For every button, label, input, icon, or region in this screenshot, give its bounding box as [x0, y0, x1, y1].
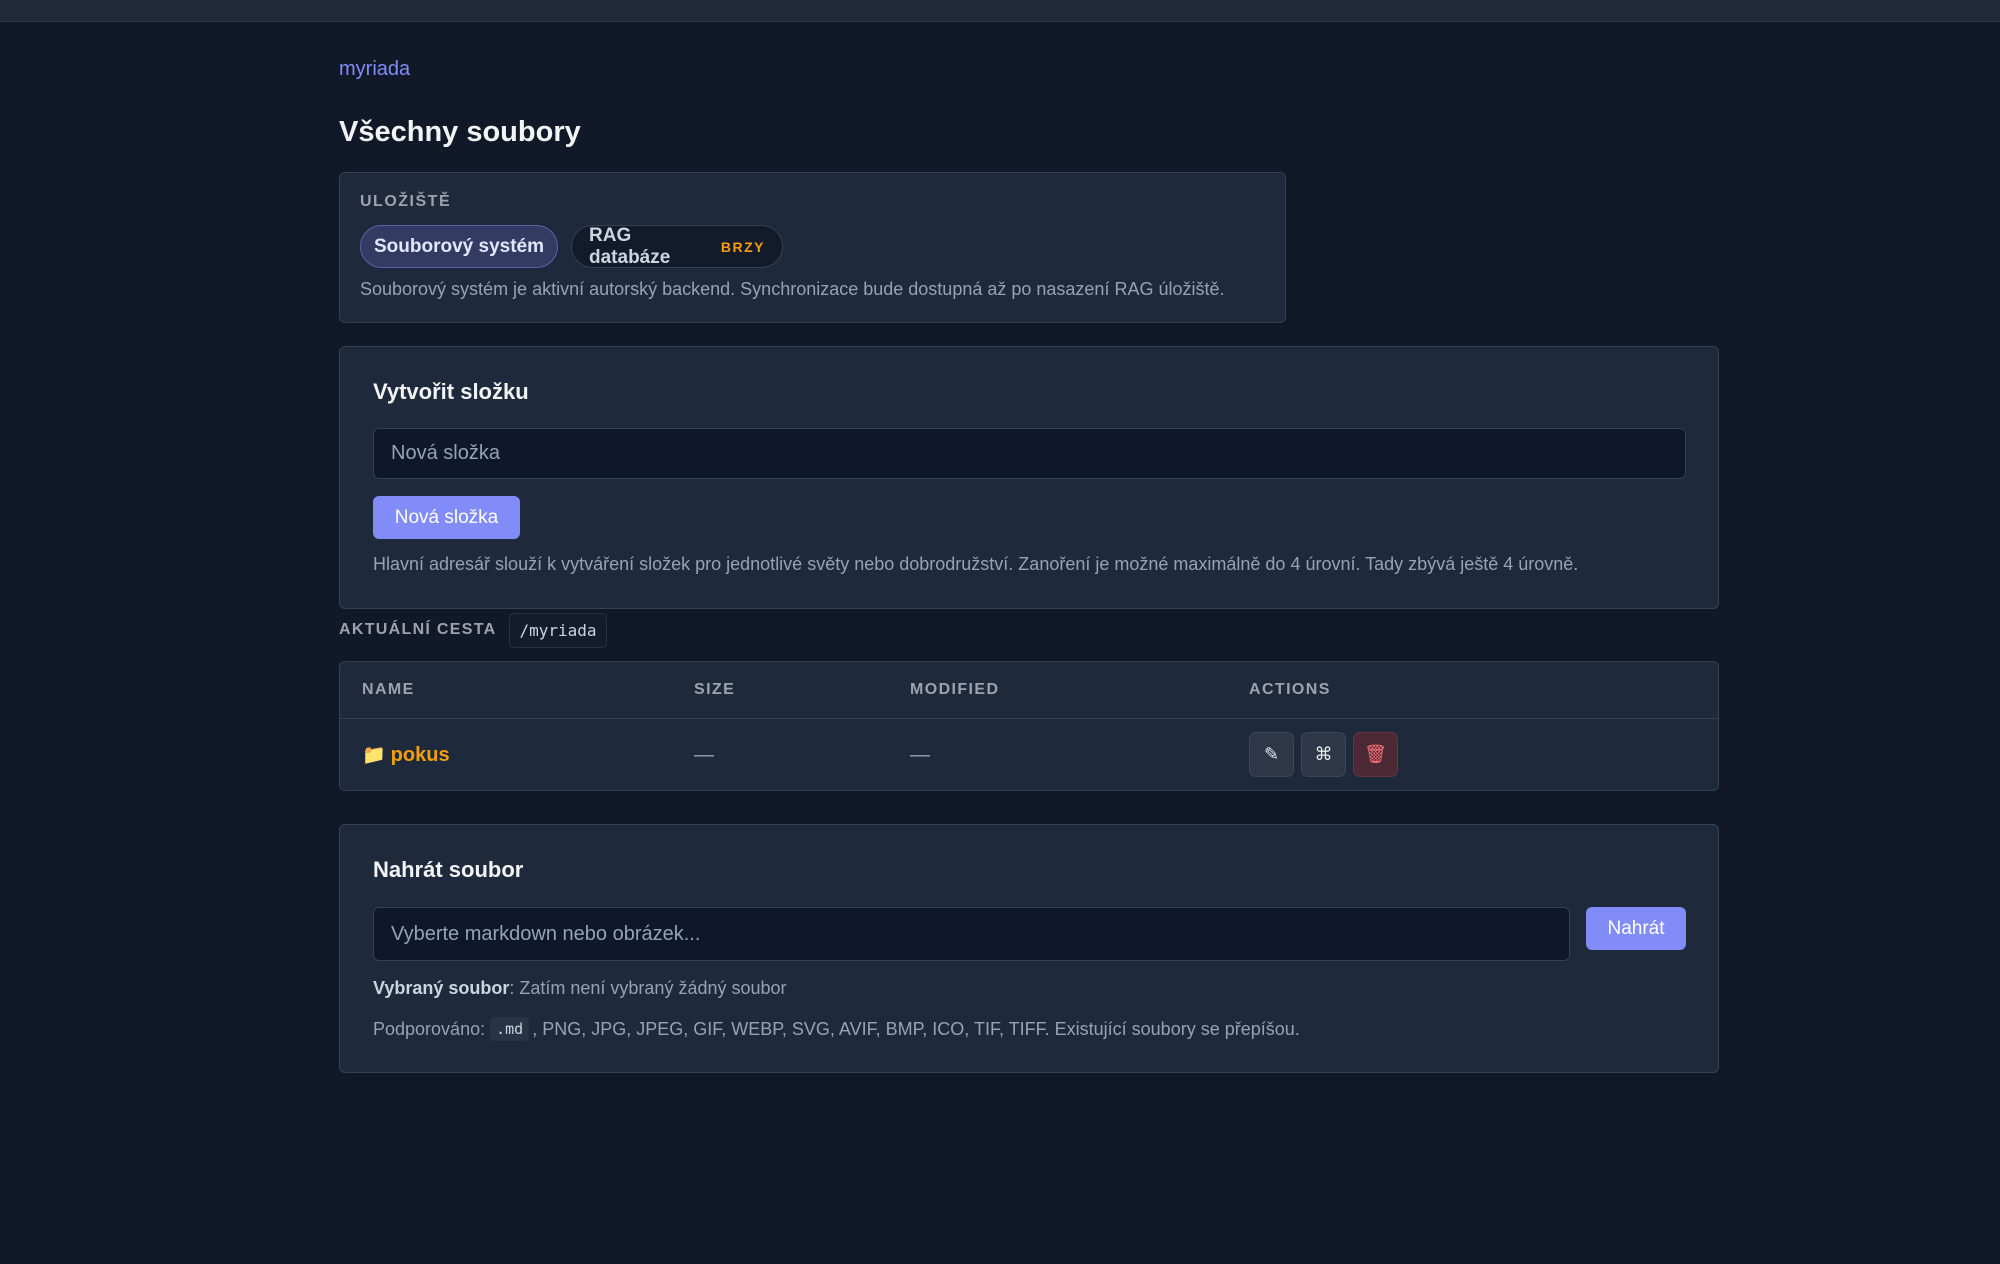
page-title: Všechny soubory: [339, 116, 581, 148]
storage-option-label: Souborový systém: [374, 235, 544, 257]
folder-name-input[interactable]: Nová složka: [373, 428, 1686, 479]
new-folder-button[interactable]: Nová složka: [373, 496, 520, 539]
upload-title: Nahrát soubor: [373, 857, 524, 882]
storage-option-rag[interactable]: RAG databáze BRZY: [571, 225, 783, 268]
supported-prefix: Podporováno:: [373, 1018, 486, 1039]
storage-option-filesystem[interactable]: Souborový systém: [360, 225, 558, 268]
folder-help-text: Hlavní adresář slouží k vytváření složek…: [373, 554, 1579, 574]
column-header-name[interactable]: NAME: [362, 681, 415, 699]
storage-description: Souborový systém je aktivní autorský bac…: [360, 279, 1225, 299]
column-header-actions: ACTIONS: [1249, 681, 1331, 698]
current-path-label: AKTUÁLNÍ CESTA: [339, 621, 497, 638]
table-row: 📁 pokus — — ✎ ⌘ 🗑: [340, 719, 1718, 791]
folder-link[interactable]: 📁 pokus: [362, 743, 450, 767]
rename-button[interactable]: ✎: [1249, 732, 1294, 777]
create-folder-card: Vytvořit složku Nová složka Nová složka …: [339, 346, 1719, 609]
selected-file-text: Vybraný soubor: Zatím není vybraný žádný…: [373, 978, 787, 999]
folder-name: pokus: [390, 743, 450, 766]
file-table: NAME SIZE MODIFIED ACTIONS 📁 pokus — — ✎…: [339, 661, 1719, 791]
delete-button[interactable]: 🗑: [1353, 732, 1398, 777]
trash-icon: 🗑: [1364, 744, 1387, 764]
column-header-modified[interactable]: MODIFIED: [910, 681, 999, 699]
command-button[interactable]: ⌘: [1301, 732, 1346, 777]
command-icon: ⌘: [1314, 744, 1333, 764]
storage-heading: ULOŽIŠTĚ: [360, 193, 452, 210]
create-folder-title: Vytvořit složku: [373, 379, 529, 404]
breadcrumb[interactable]: myriada: [339, 58, 410, 81]
md-extension-code: .md: [490, 1017, 530, 1041]
file-modified: —: [910, 743, 930, 766]
upload-card: Nahrát soubor Vyberte markdown nebo obrá…: [339, 824, 1719, 1073]
storage-card: ULOŽIŠTĚ Souborový systém RAG databáze B…: [339, 172, 1286, 323]
file-size: —: [694, 743, 714, 766]
current-path: AKTUÁLNÍ CESTA /myriada: [339, 612, 607, 648]
supported-formats-text: Podporováno: .md , PNG, JPG, JPEG, GIF, …: [373, 1017, 1300, 1041]
file-picker-input[interactable]: Vyberte markdown nebo obrázek...: [373, 907, 1570, 961]
pencil-icon: ✎: [1263, 744, 1280, 764]
soon-badge: BRZY: [720, 238, 765, 255]
selected-file-label: Vybraný soubor: [373, 978, 510, 998]
selected-file-value: : Zatím není vybraný žádný soubor: [509, 978, 787, 998]
current-path-value: /myriada: [509, 612, 607, 648]
supported-list: , PNG, JPG, JPEG, GIF, WEBP, SVG, AVIF, …: [532, 1018, 1300, 1039]
folder-icon: 📁: [362, 745, 386, 766]
top-bar: [0, 0, 2000, 22]
upload-button[interactable]: Nahrát: [1586, 907, 1686, 950]
column-header-size[interactable]: SIZE: [694, 681, 735, 699]
storage-option-label: RAG databáze: [589, 224, 671, 268]
